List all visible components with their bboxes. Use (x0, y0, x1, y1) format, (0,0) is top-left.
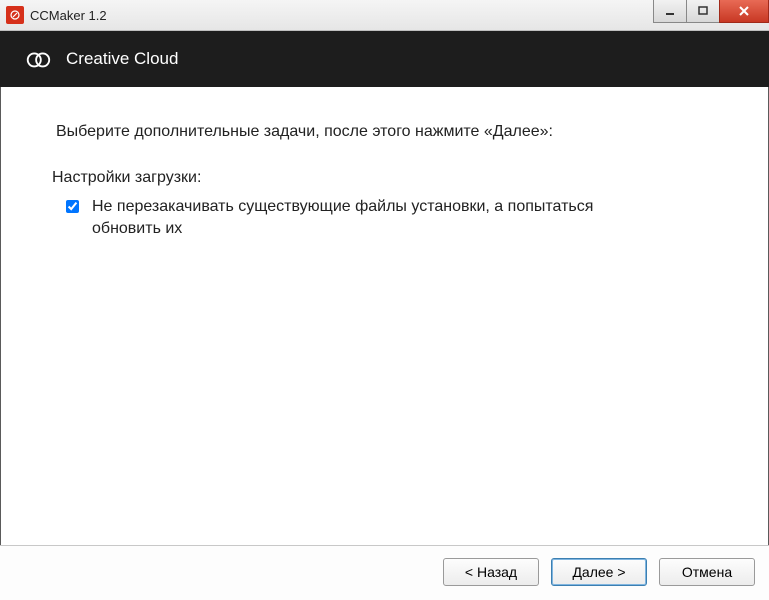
banner: Creative Cloud (0, 31, 769, 87)
banner-title: Creative Cloud (66, 49, 178, 69)
creative-cloud-icon (24, 45, 52, 73)
option-label[interactable]: Не перезакачивать существующие файлы уст… (92, 196, 642, 239)
back-button[interactable]: < Назад (443, 558, 539, 586)
window-title: CCMaker 1.2 (30, 8, 107, 23)
window-controls (654, 0, 769, 22)
content-area: Выберите дополнительные задачи, после эт… (0, 87, 769, 545)
maximize-button[interactable] (686, 0, 720, 23)
option-checkbox[interactable] (66, 200, 79, 213)
close-button[interactable] (719, 0, 769, 23)
titlebar: CCMaker 1.2 (0, 0, 769, 31)
cancel-button[interactable]: Отмена (659, 558, 755, 586)
app-icon (6, 6, 24, 24)
footer: < Назад Далее > Отмена (0, 545, 769, 600)
minimize-button[interactable] (653, 0, 687, 23)
app-window: CCMaker 1.2 Creative Cloud Выберите допо… (0, 0, 769, 600)
next-button[interactable]: Далее > (551, 558, 647, 586)
option-row: Не перезакачивать существующие файлы уст… (62, 196, 642, 239)
settings-header: Настройки загрузки: (52, 167, 713, 189)
instruction-text: Выберите дополнительные задачи, после эт… (56, 121, 713, 143)
